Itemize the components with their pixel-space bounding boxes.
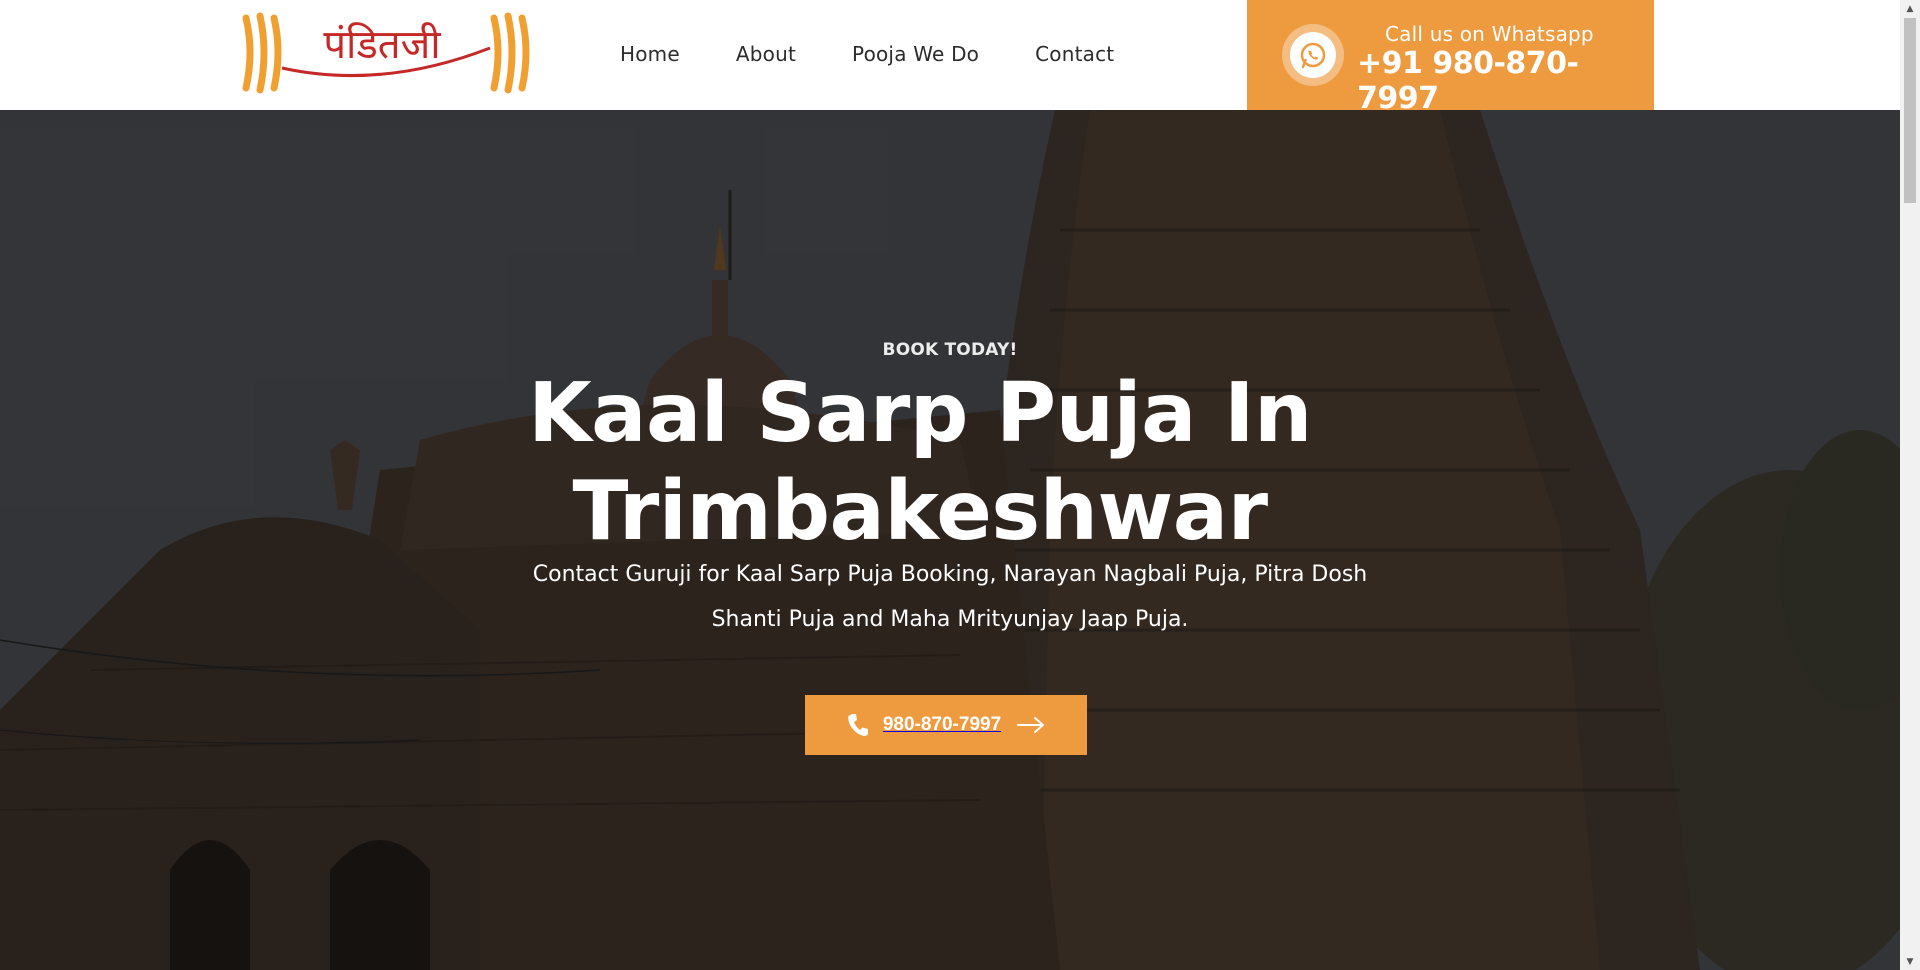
whatsapp-number[interactable]: +91 980-870-7997	[1357, 46, 1654, 116]
scroll-down-arrow-icon[interactable]: ▼	[1900, 953, 1920, 970]
call-cta-button[interactable]: 980-870-7997	[805, 695, 1087, 755]
svg-text:पंडितजी: पंडितजी	[323, 22, 441, 68]
nav-home[interactable]: Home	[620, 42, 680, 66]
hero-subtext: Contact Guruji for Kaal Sarp Puja Bookin…	[532, 562, 1368, 632]
hero-content: BOOK TODAY! Kaal Sarp Puja In Trimbakesh…	[0, 110, 1900, 970]
nav-pooja-we-do[interactable]: Pooja We Do	[852, 42, 979, 66]
hero-section: BOOK TODAY! Kaal Sarp Puja In Trimbakesh…	[0, 110, 1900, 970]
scrollbar-thumb[interactable]	[1904, 18, 1916, 203]
vertical-scrollbar[interactable]: ▲ ▼	[1900, 0, 1920, 970]
phone-icon	[847, 713, 869, 737]
page: पंडितजी Home About Pooja We Do Contact C…	[0, 0, 1900, 970]
site-header: पंडितजी Home About Pooja We Do Contact C…	[0, 0, 1900, 116]
nav-contact[interactable]: Contact	[1035, 42, 1114, 66]
main-nav: Home About Pooja We Do Contact	[620, 0, 1114, 108]
hero-headline: Kaal Sarp Puja In Trimbakeshwar	[528, 366, 1312, 559]
whatsapp-icon	[1282, 24, 1344, 86]
cta-label: 980-870-7997	[882, 714, 1002, 735]
logo-mark: पंडितजी	[242, 12, 530, 94]
whatsapp-call-box[interactable]: Call us on Whatsapp +91 980-870-7997	[1247, 0, 1654, 116]
scroll-up-arrow-icon[interactable]: ▲	[1900, 0, 1920, 17]
hero-kicker: BOOK TODAY!	[882, 340, 1018, 360]
nav-about[interactable]: About	[736, 42, 796, 66]
site-logo[interactable]: पंडितजी	[242, 12, 532, 94]
whatsapp-label: Call us on Whatsapp	[1385, 22, 1594, 46]
arrow-right-icon	[1017, 716, 1045, 734]
